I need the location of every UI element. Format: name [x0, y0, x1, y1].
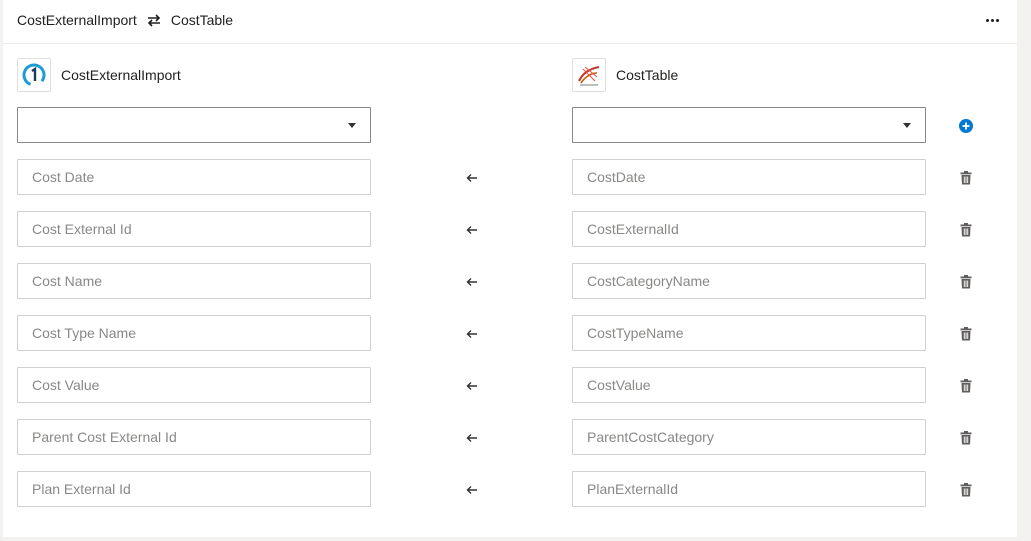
- delete-mapping-button[interactable]: [956, 168, 976, 188]
- trash-icon: [960, 223, 972, 237]
- mapping-title: CostExternalImport CostTable: [17, 11, 233, 29]
- sql-server-logo-icon: [572, 58, 606, 92]
- chevron-down-icon: [903, 123, 911, 128]
- delete-mapping-button[interactable]: [956, 220, 976, 240]
- add-circle-icon: [959, 119, 973, 133]
- source-field-dropdown[interactable]: [17, 107, 371, 143]
- header-target-name: CostTable: [170, 12, 234, 28]
- chevron-down-icon: [348, 123, 356, 128]
- source-field-parent-cost-external-id[interactable]: Parent Cost External Id: [17, 419, 371, 455]
- arrow-left-icon: [465, 276, 479, 288]
- arrow-left-icon: [465, 328, 479, 340]
- arrow-left-icon: [465, 224, 479, 236]
- add-mapping-button[interactable]: [956, 116, 976, 136]
- header-source-name: CostExternalImport: [17, 12, 137, 28]
- target-system-name: CostTable: [616, 67, 679, 83]
- trash-icon: [960, 431, 972, 445]
- delete-mapping-button[interactable]: [956, 480, 976, 500]
- source-field-cost-external-id[interactable]: Cost External Id: [17, 211, 371, 247]
- more-options-button[interactable]: [981, 11, 1003, 29]
- delete-mapping-button[interactable]: [956, 428, 976, 448]
- card-header: CostExternalImport CostTable: [3, 0, 1017, 44]
- source-system-name: CostExternalImport: [61, 67, 181, 83]
- source-field-cost-type-name[interactable]: Cost Type Name: [17, 315, 371, 351]
- source-field-cost-name[interactable]: Cost Name: [17, 263, 371, 299]
- arrow-left-icon: [465, 484, 479, 496]
- arrow-left-icon: [465, 380, 479, 392]
- trash-icon: [960, 275, 972, 289]
- arrow-left-icon: [465, 172, 479, 184]
- target-field-parent-cost-category[interactable]: ParentCostCategory: [572, 419, 926, 455]
- mapping-card: CostExternalImport CostTable CostExterna…: [3, 0, 1017, 537]
- target-field-cost-date[interactable]: CostDate: [572, 159, 926, 195]
- more-horizontal-icon: [985, 18, 989, 22]
- target-field-dropdown[interactable]: [572, 107, 926, 143]
- source-field-cost-value[interactable]: Cost Value: [17, 367, 371, 403]
- trash-icon: [960, 171, 972, 185]
- target-field-cost-type-name[interactable]: CostTypeName: [572, 315, 926, 351]
- onestream-logo-icon: [17, 58, 51, 92]
- target-field-cost-value[interactable]: CostValue: [572, 367, 926, 403]
- arrow-left-icon: [465, 432, 479, 444]
- source-field-plan-external-id[interactable]: Plan External Id: [17, 471, 371, 507]
- delete-mapping-button[interactable]: [956, 324, 976, 344]
- trash-icon: [960, 327, 972, 341]
- target-field-cost-category-name[interactable]: CostCategoryName: [572, 263, 926, 299]
- swap-arrows-icon: [147, 13, 161, 27]
- target-system-header: CostTable: [572, 58, 678, 92]
- delete-mapping-button[interactable]: [956, 272, 976, 292]
- trash-icon: [960, 379, 972, 393]
- target-field-plan-external-id[interactable]: PlanExternalId: [572, 471, 926, 507]
- trash-icon: [960, 483, 972, 497]
- source-system-header: CostExternalImport: [17, 58, 181, 92]
- delete-mapping-button[interactable]: [956, 376, 976, 396]
- source-field-cost-date[interactable]: Cost Date: [17, 159, 371, 195]
- target-field-cost-external-id[interactable]: CostExternalId: [572, 211, 926, 247]
